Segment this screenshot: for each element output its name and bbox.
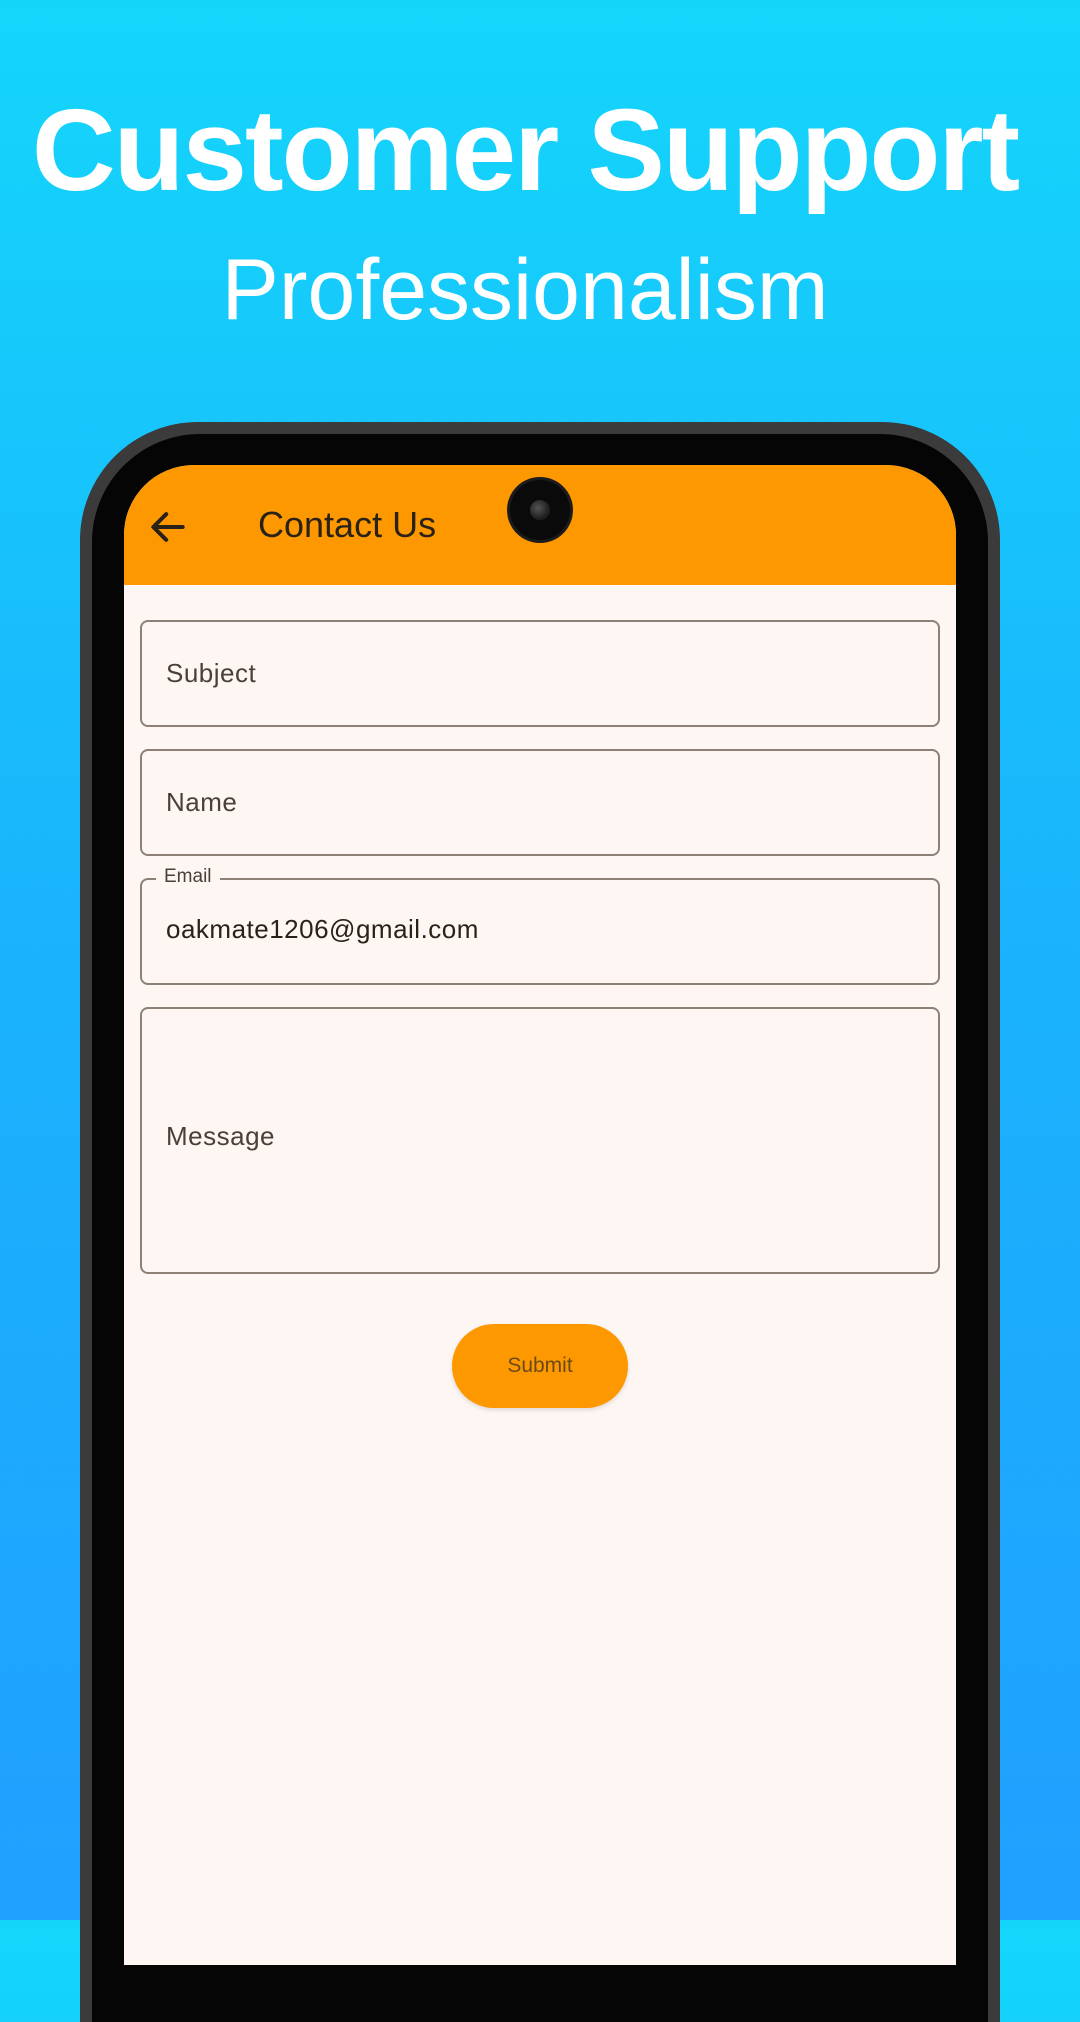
front-camera <box>510 480 570 540</box>
phone-screen: Contact Us Subject Name Email oakmate120… <box>124 465 956 1965</box>
message-placeholder: Message <box>166 1121 275 1151</box>
email-field[interactable]: Email oakmate1206@gmail.com <box>140 865 940 985</box>
email-value: oakmate1206@gmail.com <box>166 914 479 944</box>
arrow-left-icon[interactable] <box>146 505 190 549</box>
subject-field[interactable]: Subject <box>140 620 940 727</box>
name-placeholder: Name <box>166 787 238 817</box>
subject-placeholder: Subject <box>166 658 257 688</box>
message-field[interactable]: Message <box>140 1007 940 1274</box>
submit-button[interactable]: Submit <box>452 1324 628 1408</box>
name-field[interactable]: Name <box>140 749 940 856</box>
email-label: Email <box>156 865 220 889</box>
promo-subtitle: Professionalism <box>221 242 829 338</box>
camera-lens <box>530 500 550 520</box>
page-title: Contact Us <box>258 504 437 545</box>
promo-title: Customer Support <box>31 85 1020 215</box>
